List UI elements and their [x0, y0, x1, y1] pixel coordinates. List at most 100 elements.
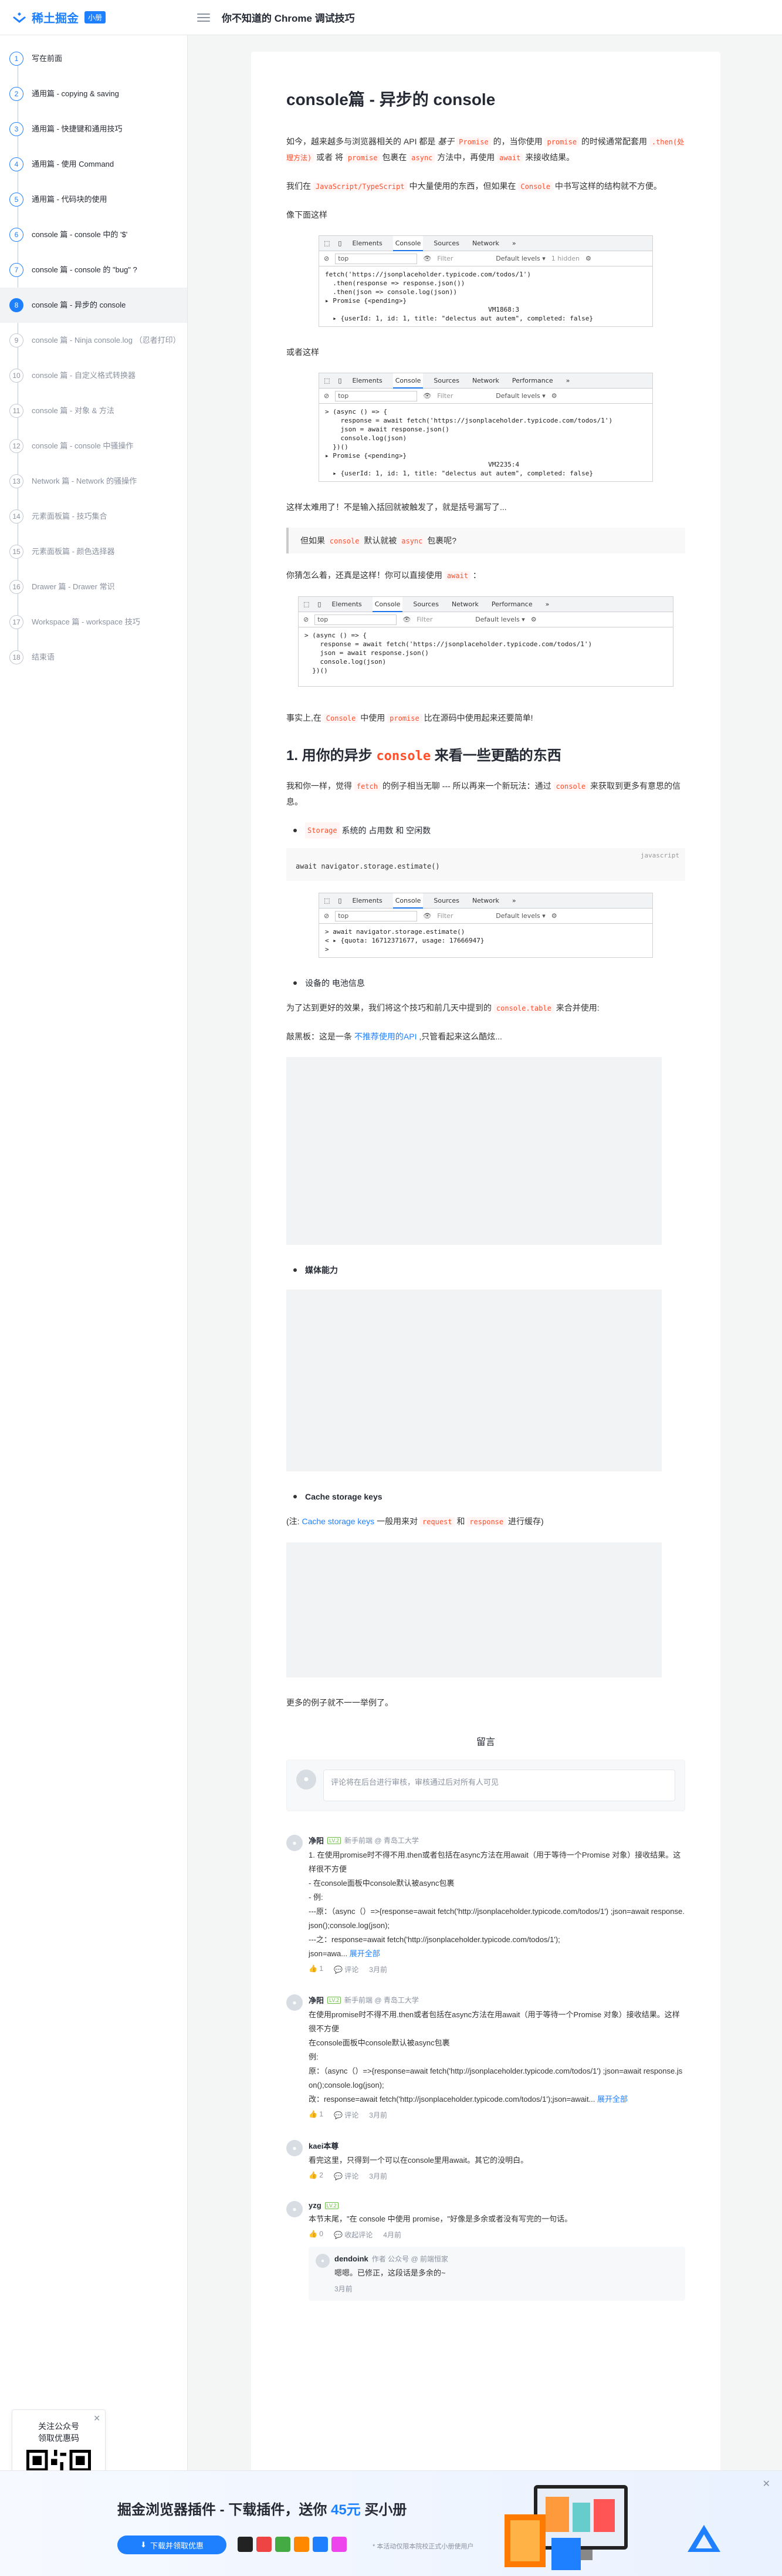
- devtools-tab: Performance: [491, 600, 533, 608]
- like-button[interactable]: 👍 2: [309, 2171, 323, 2181]
- gear-icon: ⚙: [551, 392, 557, 400]
- paragraph-6: 你猜怎么着，还真是这样！你可以直接使用 await ：: [286, 568, 685, 583]
- user-avatar-icon[interactable]: ●: [286, 2140, 303, 2156]
- toc-item[interactable]: 11 console 篇 - 对象 & 方法: [0, 393, 187, 428]
- toc-item[interactable]: 13 Network 篇 - Network 的骚操作: [0, 464, 187, 499]
- toc-item[interactable]: 3 通用篇 - 快捷键和通用技巧: [0, 112, 187, 147]
- device-icon: ▯: [338, 897, 342, 904]
- toc-item[interactable]: 12 console 篇 - console 中骚操作: [0, 428, 187, 464]
- toc-item[interactable]: 15 元素面板篇 - 颜色选择器: [0, 534, 187, 569]
- toc-label: console 篇 - Ninja console.log （忍者打印）: [32, 336, 181, 345]
- reply-button[interactable]: 💬 收起评论: [334, 2230, 373, 2240]
- inline-code: response: [467, 1517, 506, 1527]
- comment-author[interactable]: 净阳: [309, 1835, 324, 1846]
- image-placeholder: [286, 1289, 662, 1471]
- gear-icon: ⚙: [551, 912, 557, 920]
- dribbble-icon[interactable]: [331, 2537, 347, 2552]
- toc-item[interactable]: 18 结束语: [0, 640, 187, 675]
- close-icon[interactable]: ✕: [93, 2413, 100, 2423]
- list-item: Cache storage keys: [293, 1489, 685, 1504]
- toc-item[interactable]: 10 console 篇 - 自定义格式转换器: [0, 358, 187, 393]
- close-icon[interactable]: ✕: [763, 2478, 770, 2490]
- text: 来看一些更酷的东西: [434, 748, 561, 764]
- comment-input[interactable]: 评论将在后台进行审核，审核通过后对所有人可见: [323, 1770, 675, 1801]
- inline-code: console: [327, 536, 362, 546]
- toc-item[interactable]: 5 通用篇 - 代码块的使用: [0, 182, 187, 217]
- console-output: > (async () => { response = await fetch(…: [325, 408, 613, 477]
- toc-item[interactable]: 14 元素面板篇 - 技巧集合: [0, 499, 187, 534]
- text: 的时候通常配套用: [581, 137, 647, 146]
- comment-author[interactable]: yzg: [309, 2201, 321, 2210]
- like-button[interactable]: 👍 1: [309, 1964, 323, 1974]
- text: 中书写这样的结构就不方便。: [554, 181, 662, 191]
- toc-item[interactable]: 17 Workspace 篇 - workspace 技巧: [0, 605, 187, 640]
- cache-storage-link[interactable]: Cache storage keys: [302, 1517, 374, 1526]
- deprecated-api-link[interactable]: 不推荐使用的API: [354, 1032, 417, 1041]
- toc-item[interactable]: 8 console 篇 - 异步的 console: [0, 288, 187, 323]
- inline-code: await: [497, 153, 523, 163]
- toc-item[interactable]: 4 通用篇 - 使用 Command: [0, 147, 187, 182]
- inspect-icon: ⬚: [324, 239, 330, 247]
- user-avatar-icon[interactable]: ●: [286, 1994, 303, 2011]
- toc-item[interactable]: 9 console 篇 - Ninja console.log （忍者打印）: [0, 323, 187, 358]
- devtools-tab: Elements: [352, 376, 382, 384]
- toc-item[interactable]: 7 console 篇 - console 的 "bug" ?: [0, 252, 187, 288]
- reply-author[interactable]: dendoink: [334, 2254, 368, 2263]
- devtools-tab: Console: [392, 893, 424, 909]
- reply-button[interactable]: 💬 评论: [334, 2171, 358, 2181]
- comment-author[interactable]: 净阳: [309, 1994, 324, 2006]
- text: 来接收结果。: [525, 153, 575, 162]
- like-button[interactable]: 👍 0: [309, 2230, 323, 2240]
- download-button[interactable]: ⬇ 下载并领取优惠: [117, 2536, 226, 2554]
- logo[interactable]: 稀土掘金 小册: [0, 9, 188, 26]
- reply-button[interactable]: 💬 评论: [334, 1964, 358, 1974]
- comment: ● 净阳 LV.2 新手前端 @ 青岛工大学 1. 在使用promise时不得不用.th…: [286, 1835, 685, 1974]
- user-avatar-icon[interactable]: ●: [286, 1835, 303, 1851]
- toc-item[interactable]: 2 通用篇 - copying & saving: [0, 76, 187, 112]
- like-button[interactable]: 👍 1: [309, 2110, 323, 2120]
- levels-select: Default levels ▾: [496, 255, 546, 262]
- devtools-tab: Sources: [413, 600, 439, 608]
- banner-title: 掘金浏览器插件 - 下载插件，送你 45元 买小册: [117, 2498, 407, 2518]
- context-select: top: [335, 910, 418, 921]
- toc-number: 17: [9, 615, 23, 629]
- download-icon: ⬇: [140, 2540, 147, 2549]
- user-avatar-icon[interactable]: ●: [286, 2201, 303, 2217]
- inline-code: Promise: [456, 137, 491, 147]
- reply-button[interactable]: 💬 评论: [334, 2110, 358, 2120]
- expand-link[interactable]: 展开全部: [350, 1949, 380, 1958]
- text: 方法中，再使用: [437, 153, 495, 162]
- devtools-tab: Elements: [331, 600, 362, 608]
- toc-number: 13: [9, 474, 23, 488]
- levels-select: Default levels ▾: [496, 912, 546, 920]
- csdn-icon[interactable]: [256, 2537, 272, 2552]
- comment-list: ● 净阳 LV.2 新手前端 @ 青岛工大学 1. 在使用promise时不得不用.th…: [286, 1835, 685, 2301]
- context-select: top: [335, 253, 418, 264]
- devtools-tab: Network: [472, 896, 499, 904]
- inline-code: console: [376, 749, 431, 764]
- list-item: 设备的 电池信息: [293, 975, 685, 991]
- comment: ● kaei本尊 看完这里，只得到一个可以在console里用await。其它的没明…: [286, 2140, 685, 2181]
- clear-console-icon: ⊘: [324, 392, 330, 400]
- text: 系统的 占用数 和 空闲数: [341, 826, 431, 835]
- text: 敲黑板：这是一条: [286, 1032, 352, 1041]
- expand-link[interactable]: 展开全部: [597, 2095, 628, 2104]
- text: 比在源码中使用起来还要简单!: [424, 713, 533, 723]
- producthunt-icon[interactable]: [294, 2537, 309, 2552]
- toc-number: 14: [9, 509, 23, 524]
- menu-toggle-icon[interactable]: [196, 12, 211, 23]
- text-em: 基于: [438, 137, 455, 146]
- toc-item[interactable]: 6 console 篇 - console 中的 '$': [0, 217, 187, 252]
- inspect-icon: ⬚: [324, 377, 330, 384]
- comment-meta: yzg LV.2: [309, 2201, 685, 2210]
- baidu-icon[interactable]: [313, 2537, 328, 2552]
- console-output: > await navigator.storage.estimate() < ▸…: [325, 928, 485, 953]
- book-title: 你不知道的 Chrome 调试技巧: [222, 13, 355, 24]
- github-icon[interactable]: [238, 2537, 253, 2552]
- toc-item[interactable]: 1 写在前面: [0, 41, 187, 76]
- user-avatar-icon[interactable]: ●: [316, 2254, 330, 2268]
- comment-author[interactable]: kaei本尊: [309, 2140, 338, 2151]
- juejin-icon[interactable]: [275, 2537, 290, 2552]
- toc-label: console 篇 - console 的 "bug" ?: [32, 265, 137, 274]
- toc-item[interactable]: 16 Drawer 篇 - Drawer 常识: [0, 569, 187, 605]
